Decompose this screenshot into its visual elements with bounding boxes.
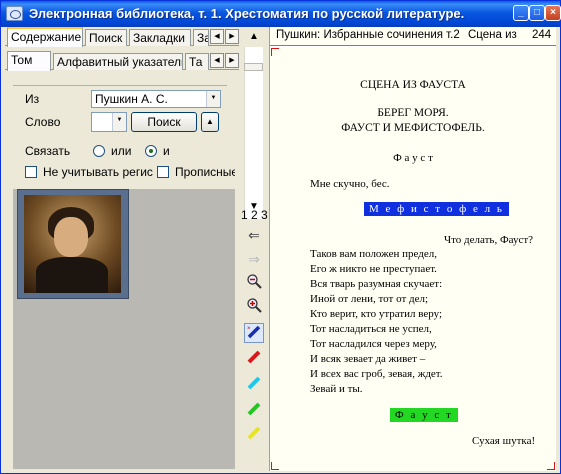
tab-contents[interactable]: Содержание — [7, 27, 83, 47]
portrait-face — [54, 217, 88, 257]
tab-bookmarks[interactable]: Закладки — [129, 29, 191, 46]
word-label: Слово — [25, 115, 61, 129]
verse-line: И всяк зевает да живет – — [310, 353, 426, 365]
document-header: Пушкин: Избранные сочинения т.2 Сцена из… — [270, 27, 556, 46]
sub-tabs: Том Алфавитный указатель Та ◀ ▶ — [5, 51, 239, 71]
author-select[interactable]: Пушкин А. С. ▼ — [91, 90, 221, 108]
highlight-green: Ф а у с т — [390, 408, 458, 422]
green-marker-icon[interactable] — [244, 401, 264, 421]
verse-line: И всех вас гроб, зевая, ждет. — [310, 368, 443, 380]
subtab-alphabetical-index[interactable]: Алфавитный указатель — [53, 53, 183, 70]
capitals-checkbox[interactable] — [157, 166, 169, 178]
speech-line-right: Что делать, Фауст? — [444, 234, 534, 246]
scene-title: СЦЕНА ИЗ ФАУСТА — [360, 79, 466, 91]
library-app-icon[interactable] — [6, 6, 23, 21]
cyan-marker-icon[interactable] — [244, 375, 264, 395]
document-header-title: Пушкин: Избранные сочинения т.2 — [276, 29, 460, 41]
document-view[interactable]: Пушкин: Избранные сочинения т.2 Сцена из… — [269, 27, 556, 471]
main-window: Электронная библиотека, т. 1. Хрестомати… — [0, 0, 561, 474]
radio-and-label: и — [163, 144, 170, 158]
setting-line-1: БЕРЕГ МОРЯ. — [377, 107, 449, 119]
title-bar[interactable]: Электронная библиотека, т. 1. Хрестомати… — [1, 1, 561, 27]
scroll-up-icon[interactable]: ▲ — [244, 27, 264, 47]
setting-line-2: ФАУСТ И МЕФИСТОФЕЛЬ. — [341, 122, 485, 134]
subtab-volume[interactable]: Том — [7, 51, 51, 71]
speech-line-right: Сухая шутка! — [472, 435, 536, 447]
ignore-case-label: Не учитывать регистр — [43, 165, 153, 179]
subtabs-scroll-left-icon[interactable]: ◀ — [210, 53, 224, 68]
page-scrollbar[interactable] — [244, 47, 263, 219]
main-tabs: Содержание Поиск Закладки За ◀ ▶ — [5, 27, 239, 47]
tab-notes[interactable]: За — [193, 29, 209, 46]
search-form: Из Пушкин А. С. ▼ Слово ▼ Поиск ▲ Связат… — [13, 85, 235, 205]
verse-line: Тот насладиться не успел, — [310, 323, 432, 335]
link-label: Связать — [25, 144, 71, 158]
verse-line: Его ж никто не преступает. — [310, 263, 437, 275]
window-title: Электронная библиотека, т. 1. Хрестомати… — [29, 6, 465, 21]
page-corner-mark — [271, 48, 279, 56]
radio-or-label: или — [111, 144, 132, 158]
radio-or[interactable] — [93, 145, 105, 157]
speech-line: Мне скучно, бес. — [310, 178, 390, 190]
document-text[interactable]: СЦЕНА ИЗ ФАУСТА БЕРЕГ МОРЯ. ФАУСТ И МЕФИ… — [270, 47, 556, 471]
chevron-down-icon[interactable]: ▼ — [112, 113, 126, 131]
subtab-table[interactable]: Та — [185, 53, 209, 70]
ignore-case-checkbox[interactable] — [25, 166, 37, 178]
maximize-button[interactable]: □ — [529, 5, 545, 21]
page-number: 244 — [532, 29, 552, 41]
verse-line: Кто верит, кто утратил веру; — [310, 308, 443, 320]
tab-search[interactable]: Поиск — [85, 29, 127, 46]
tabs-scroll-left-icon[interactable]: ◀ — [210, 29, 224, 44]
forward-arrow-icon[interactable]: ⇒ — [244, 249, 264, 269]
verse-line: Вся тварь разумная скучает: — [310, 278, 443, 290]
pushkin-portrait-image[interactable] — [17, 189, 129, 299]
left-panel: Содержание Поиск Закладки За ◀ ▶ Том Алф… — [5, 27, 239, 471]
page-selector[interactable]: 1 2 3 — [241, 208, 268, 222]
author-select-value: Пушкин А. С. — [95, 92, 168, 106]
verse-line: Тот насладился через меру, — [310, 338, 437, 350]
highlight-blue: М е ф и с т о ф е л ь — [364, 202, 509, 216]
verse-line: Таков вам положен предел, — [310, 248, 437, 260]
radio-and[interactable] — [145, 145, 157, 157]
red-marker-icon[interactable] — [244, 349, 264, 369]
speaker-mephistopheles: М е ф и с т о ф е л ь — [364, 202, 509, 216]
capitals-label: Прописные — [175, 165, 235, 179]
word-input[interactable]: ▼ — [91, 112, 127, 132]
search-button[interactable]: Поиск — [131, 112, 197, 132]
document-header-scene: Сцена из — [468, 29, 517, 41]
page-scroll-thumb[interactable] — [244, 63, 263, 71]
svg-text:×: × — [247, 326, 251, 332]
tool-bar: ▲ ▼ 1 2 3 ⇐ ⇒ × — [241, 27, 269, 471]
minimize-button[interactable]: _ — [513, 5, 529, 21]
verse-line: Зевай и ты. — [310, 383, 363, 395]
verse-line: Иной от лени, тот от дел; — [310, 293, 429, 305]
from-label: Из — [25, 92, 40, 106]
portrait-canvas — [24, 195, 121, 293]
back-arrow-icon[interactable]: ⇐ — [244, 225, 264, 245]
chevron-up-icon[interactable]: ▲ — [201, 112, 219, 132]
page-corner-mark — [271, 462, 279, 470]
clear-highlight-icon[interactable]: × — [244, 323, 264, 343]
subtabs-scroll-right-icon[interactable]: ▶ — [225, 53, 239, 68]
tabs-scroll-right-icon[interactable]: ▶ — [225, 29, 239, 44]
close-button[interactable]: × — [545, 5, 561, 21]
portrait-coat — [36, 257, 108, 293]
speaker-faust: Ф а у с т — [393, 152, 433, 164]
zoom-in-icon[interactable] — [244, 297, 264, 317]
yellow-marker-icon[interactable] — [244, 425, 264, 445]
chevron-down-icon[interactable]: ▼ — [206, 91, 220, 107]
zoom-out-icon[interactable] — [244, 273, 264, 293]
speaker-faust-2: Ф а у с т — [390, 408, 458, 422]
page-corner-mark — [547, 462, 555, 470]
